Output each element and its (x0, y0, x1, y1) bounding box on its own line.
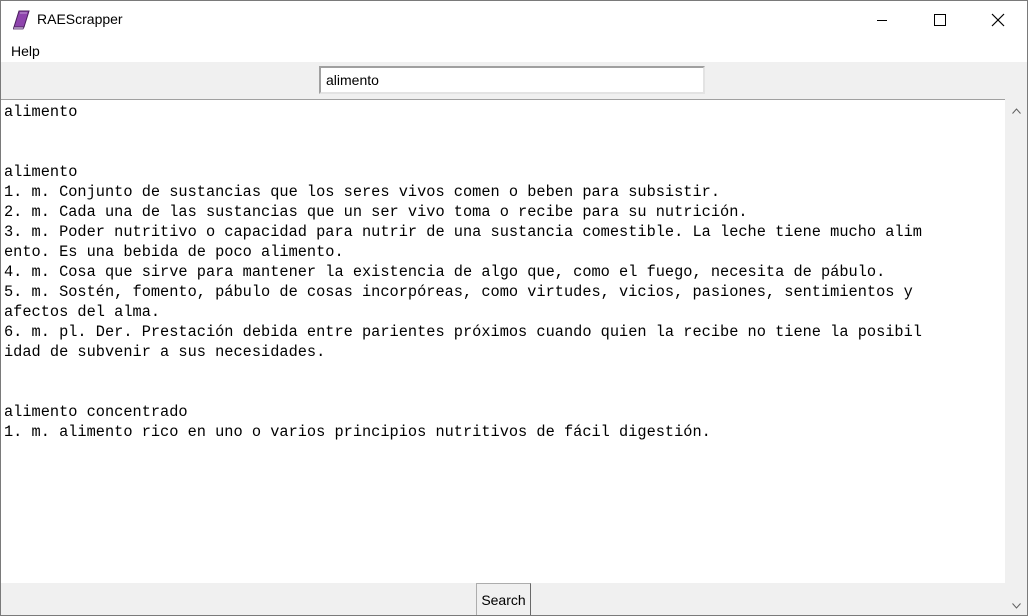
result-line: 2. m. Cada una de las sustancias que un … (4, 203, 748, 221)
result-line: 5. m. Sostén, fomento, pábulo de cosas i… (4, 283, 913, 301)
result-line: 1. m. alimento rico en uno o varios prin… (4, 423, 711, 441)
app-window: RAEScrapper Help alimento alimento 1. m.… (0, 0, 1028, 616)
results-text: alimento alimento 1. m. Conjunto de sust… (1, 100, 1005, 442)
menu-help[interactable]: Help (11, 43, 40, 59)
window-title: RAEScrapper (37, 11, 123, 27)
vertical-scrollbar[interactable] (1006, 99, 1027, 615)
chevron-up-icon (1012, 101, 1021, 119)
result-line: 3. m. Poder nutritivo o capacidad para n… (4, 223, 922, 241)
result-line: idad de subvenir a sus necesidades. (4, 343, 326, 361)
menu-bar: Help (1, 39, 1027, 63)
results-text-area[interactable]: alimento alimento 1. m. Conjunto de sust… (1, 99, 1005, 584)
title-bar[interactable]: RAEScrapper (1, 1, 1027, 39)
maximize-icon (934, 14, 946, 26)
maximize-button[interactable] (911, 1, 969, 39)
scroll-up-button[interactable] (1006, 99, 1027, 120)
close-icon (991, 13, 1005, 27)
bottom-bar: Search (1, 583, 1005, 615)
result-line: 6. m. pl. Der. Prestación debida entre p… (4, 323, 922, 341)
minimize-button[interactable] (853, 1, 911, 39)
book-icon (12, 10, 31, 30)
scroll-down-button[interactable] (1006, 594, 1027, 615)
result-line: alimento (4, 163, 78, 181)
chevron-down-icon (1012, 596, 1021, 614)
result-line: alimento (4, 103, 78, 121)
search-button[interactable]: Search (476, 583, 531, 615)
search-input[interactable] (319, 66, 705, 94)
minimize-icon (876, 14, 888, 26)
result-line: alimento concentrado (4, 403, 188, 421)
search-row (1, 62, 1027, 99)
result-line: 1. m. Conjunto de sustancias que los ser… (4, 183, 721, 201)
result-line: afectos del alma. (4, 303, 161, 321)
close-button[interactable] (969, 1, 1027, 39)
result-line: 4. m. Cosa que sirve para mantener la ex… (4, 263, 886, 281)
result-line: ento. Es una bebida de poco alimento. (4, 243, 344, 261)
